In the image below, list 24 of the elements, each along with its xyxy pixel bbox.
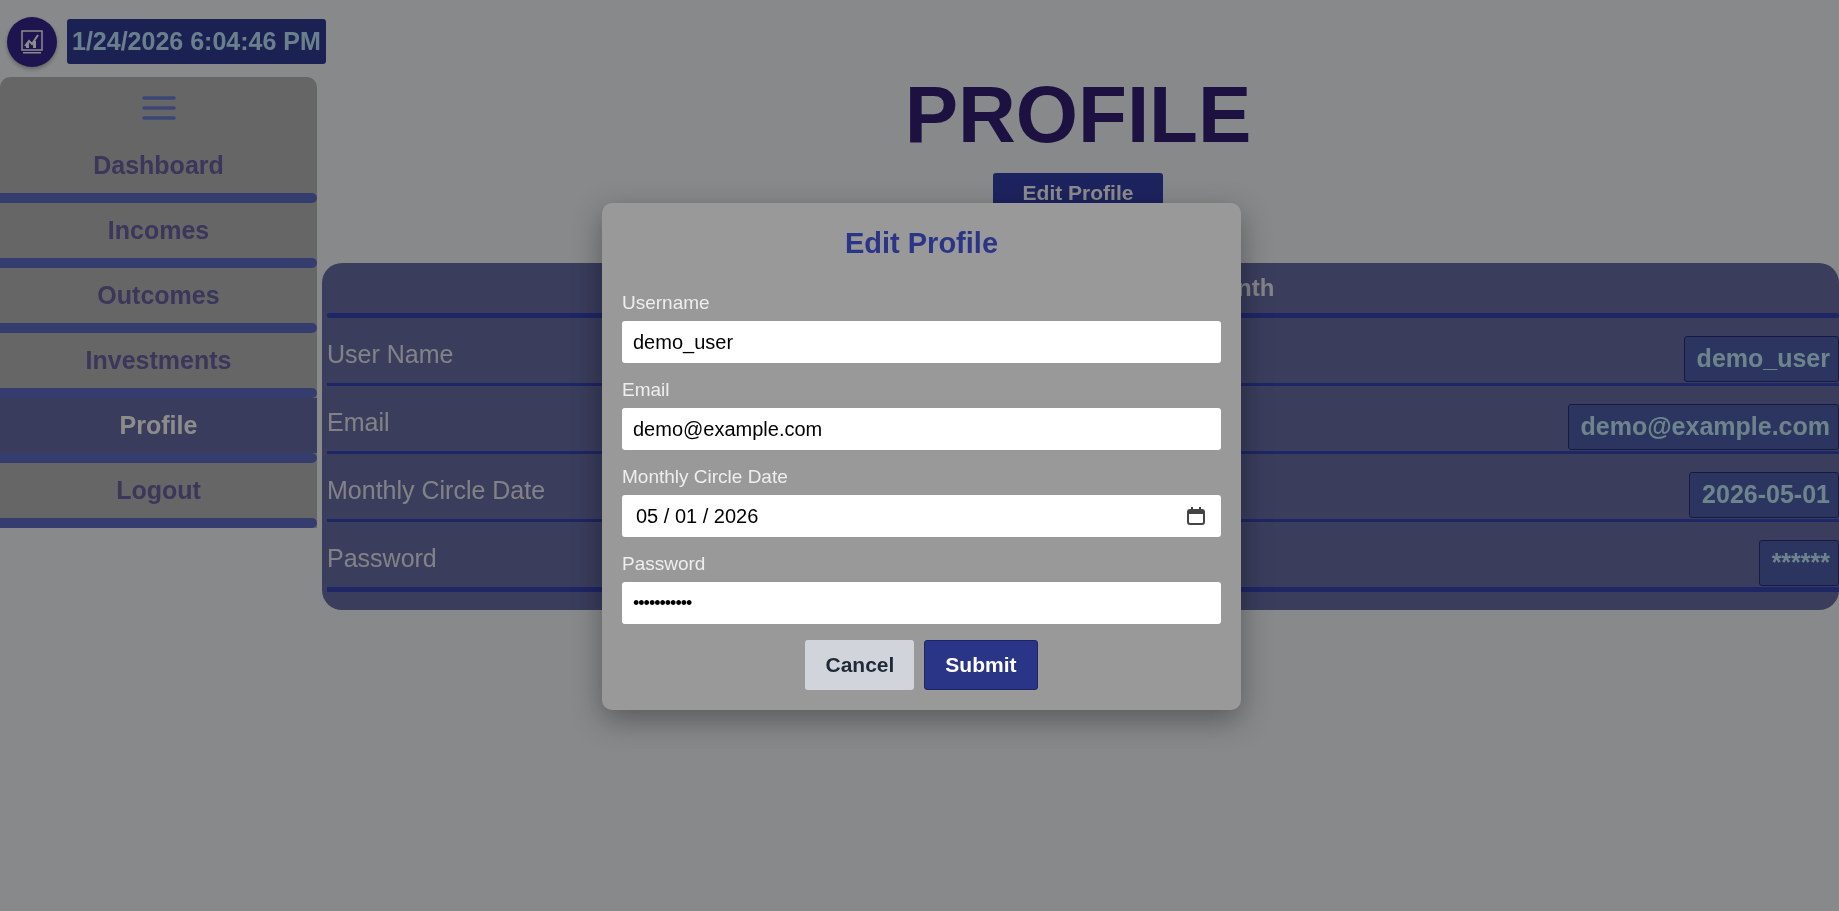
submit-button[interactable]: Submit (924, 640, 1038, 690)
field-label: Email (622, 379, 671, 401)
row-value: ****** (1758, 540, 1839, 586)
page-title: PROFILE (903, 69, 1253, 161)
nav-item[interactable]: Profile (0, 398, 317, 453)
row-value: 2026-05-01 (1689, 472, 1839, 518)
field-label: Username (622, 292, 711, 314)
field-label: Password (622, 553, 707, 575)
date-time: 1/24/2026 6:04:46 PM (67, 19, 326, 64)
row-label: Email (327, 408, 390, 437)
input-field[interactable]: demo_user (622, 321, 1221, 363)
password-field[interactable]: ••••••••••• (622, 582, 1221, 624)
logo-icon (7, 16, 57, 67)
dialog-title: Edit Profile (843, 226, 1000, 261)
row-value: demo_user (1683, 336, 1839, 382)
date-field[interactable]: 05 / 01 / 2026 (622, 495, 1221, 537)
input-field[interactable]: demo@example.com (622, 408, 1221, 450)
row-value: demo@example.com (1567, 404, 1839, 450)
row-label: Password (327, 544, 437, 573)
field-label: Monthly Circle Date (622, 466, 789, 488)
row-label: User Name (327, 340, 454, 369)
cancel-button[interactable]: Cancel (805, 640, 915, 690)
calendar-icon[interactable] (1186, 506, 1206, 526)
row-label: Monthly Circle Date (327, 476, 546, 505)
